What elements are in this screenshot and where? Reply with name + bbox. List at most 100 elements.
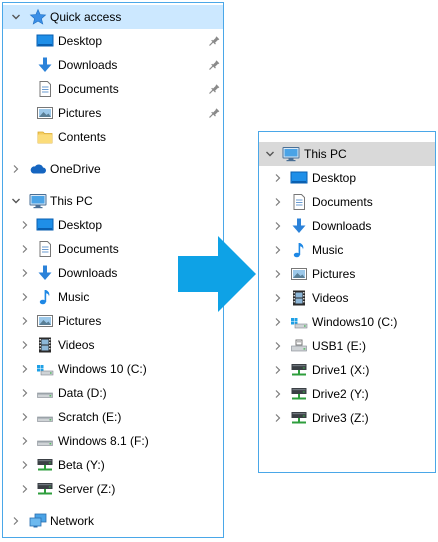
chevron-right-icon[interactable] [19,267,31,279]
pin-icon[interactable] [208,83,220,95]
downloads-icon [36,264,54,282]
quick-access-item-downloads[interactable]: Downloads [3,53,223,77]
this-pc-item-videos[interactable]: Videos [3,333,223,357]
chevron-down-icon[interactable] [10,11,22,23]
this-pc-item-downloads-label: Downloads [58,266,118,280]
chevron-right-icon[interactable] [272,340,284,352]
chevron-right-icon[interactable] [19,219,31,231]
drive-icon [36,384,54,402]
this-pc-item-windows-8-1-f[interactable]: Windows 8.1 (F:) [3,429,223,453]
this-pc-item-desktop[interactable]: Desktop [3,213,223,237]
this-pc-item-scratch-e-label: Scratch (E:) [58,410,122,424]
windows-drive-icon [290,313,308,331]
chevron-right-icon[interactable] [272,268,284,280]
pin-icon[interactable] [208,107,220,119]
this-pc-item-windows10-c[interactable]: Windows10 (C:) [259,310,435,334]
chevron-right-icon[interactable] [19,363,31,375]
chevron-right-icon[interactable] [272,412,284,424]
this-pc-item-windows-10-c[interactable]: Windows 10 (C:) [3,357,223,381]
quick-access-item-contents[interactable]: Contents [3,125,223,149]
this-pc-item-desktop-label: Desktop [312,171,357,185]
documents-icon [36,240,54,258]
tree-node-this-pc-label: This PC [304,147,347,161]
this-pc-item-drive2-y-label: Drive2 (Y:) [312,387,369,401]
chevron-right-icon[interactable] [272,244,284,256]
this-pc-item-data-d-label: Data (D:) [58,386,107,400]
tree-node-network[interactable]: Network [3,509,223,533]
drive-icon [36,408,54,426]
quick-access-item-documents-label: Documents [58,82,119,96]
this-pc-item-drive1-x[interactable]: Drive1 (X:) [259,358,435,382]
this-pc-item-downloads-label: Downloads [312,219,372,233]
this-pc-item-documents[interactable]: Documents [259,190,435,214]
this-pc-item-videos[interactable]: Videos [259,286,435,310]
chevron-right-icon[interactable] [272,316,284,328]
videos-icon [36,336,54,354]
network-drive-icon [36,456,54,474]
this-pc-item-drive1-x-label: Drive1 (X:) [312,363,370,377]
windows-drive-icon [36,360,54,378]
tree-node-onedrive[interactable]: OneDrive [3,157,223,181]
this-pc-item-beta-y[interactable]: Beta (Y:) [3,453,223,477]
tree-node-quick-access[interactable]: Quick access [3,5,223,29]
chevron-right-icon[interactable] [10,515,22,527]
star-icon [29,8,47,26]
desktop-icon [36,216,54,234]
chevron-right-icon[interactable] [19,411,31,423]
quick-access-item-documents[interactable]: Documents [3,77,223,101]
chevron-right-icon[interactable] [19,435,31,447]
quick-access-item-desktop[interactable]: Desktop [3,29,223,53]
tree-node-network-label: Network [50,514,95,528]
chevron-right-icon[interactable] [272,172,284,184]
this-pc-item-drive2-y[interactable]: Drive2 (Y:) [259,382,435,406]
pin-icon[interactable] [208,59,220,71]
music-icon [36,288,54,306]
this-pc-item-videos-label: Videos [58,338,95,352]
chevron-right-icon[interactable] [19,387,31,399]
this-pc-item-server-z[interactable]: Server (Z:) [3,477,223,501]
chevron-right-icon[interactable] [19,483,31,495]
chevron-right-icon[interactable] [19,243,31,255]
chevron-right-icon[interactable] [272,364,284,376]
this-pc-icon [29,192,47,210]
network-drive-icon [290,385,308,403]
this-pc-item-scratch-e[interactable]: Scratch (E:) [3,405,223,429]
chevron-right-icon[interactable] [272,220,284,232]
this-pc-item-data-d[interactable]: Data (D:) [3,381,223,405]
this-pc-icon [282,145,300,163]
folder-icon [36,128,54,146]
pin-icon[interactable] [208,35,220,47]
network-icon [29,512,47,530]
chevron-down-icon[interactable] [264,148,276,160]
this-pc-item-windows10-c-label: Windows10 (C:) [312,315,398,329]
quick-access-item-pictures[interactable]: Pictures [3,101,223,125]
this-pc-item-music[interactable]: Music [259,238,435,262]
chevron-right-icon[interactable] [19,339,31,351]
chevron-right-icon[interactable] [272,388,284,400]
videos-icon [290,289,308,307]
chevron-right-icon[interactable] [19,291,31,303]
this-pc-item-drive3-z[interactable]: Drive3 (Z:) [259,406,435,430]
tree-node-quick-access-label: Quick access [50,10,122,24]
chevron-down-icon[interactable] [10,195,22,207]
this-pc-item-desktop[interactable]: Desktop [259,166,435,190]
this-pc-item-documents-label: Documents [312,195,373,209]
usb-drive-icon [290,337,308,355]
this-pc-item-downloads[interactable]: Downloads [259,214,435,238]
chevron-right-icon[interactable] [10,163,22,175]
chevron-right-icon[interactable] [19,315,31,327]
chevron-right-icon[interactable] [272,196,284,208]
right-navigation-pane: This PC Desktop Documents Downloads Music Pic… [258,131,436,473]
desktop-icon [290,169,308,187]
tree-node-this-pc[interactable]: This PC [259,142,435,166]
this-pc-item-pictures[interactable]: Pictures [3,309,223,333]
chevron-right-icon[interactable] [272,292,284,304]
chevron-right-icon[interactable] [19,459,31,471]
this-pc-item-usb1-e[interactable]: USB1 (E:) [259,334,435,358]
drive-icon [36,432,54,450]
downloads-icon [36,56,54,74]
network-drive-icon [36,480,54,498]
quick-access-item-pictures-label: Pictures [58,106,102,120]
tree-node-this-pc[interactable]: This PC [3,189,223,213]
this-pc-item-pictures[interactable]: Pictures [259,262,435,286]
